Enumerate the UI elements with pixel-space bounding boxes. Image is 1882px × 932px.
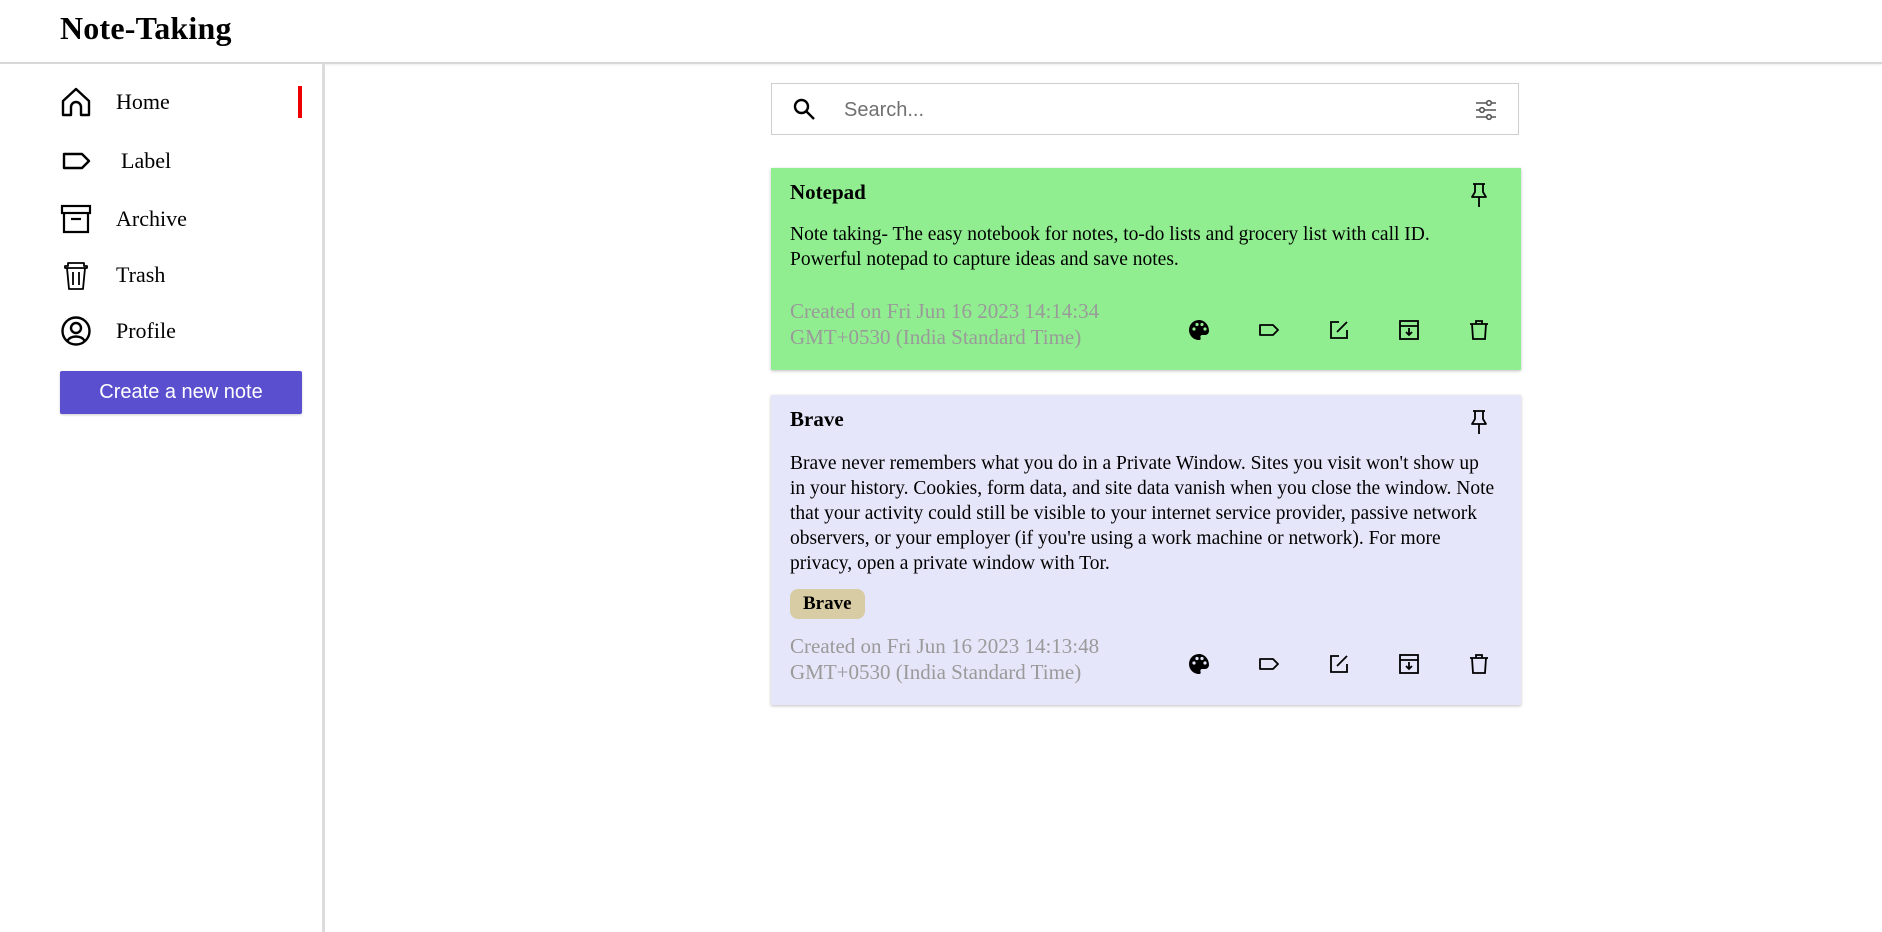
create-note-button[interactable]: Create a new note xyxy=(60,371,302,414)
note-actions xyxy=(1187,318,1491,342)
trash-icon[interactable] xyxy=(1467,318,1491,342)
sidebar: Home Label Archive Trash Profile xyxy=(0,64,325,932)
trash-icon[interactable] xyxy=(1467,652,1491,676)
palette-icon[interactable] xyxy=(1187,652,1211,676)
archive-icon[interactable] xyxy=(1397,652,1421,676)
label-icon[interactable] xyxy=(1257,318,1281,342)
sidebar-item-home[interactable]: Home xyxy=(60,80,302,124)
label-icon xyxy=(60,145,92,177)
sidebar-item-label: Archive xyxy=(116,206,187,231)
label-icon[interactable] xyxy=(1257,652,1281,676)
trash-icon xyxy=(60,259,92,291)
note-created-date: Created on Fri Jun 16 2023 14:14:34 GMT+… xyxy=(790,299,1100,349)
active-indicator xyxy=(298,86,302,118)
note-title: Brave xyxy=(790,407,844,431)
sidebar-item-label: Label xyxy=(121,148,172,173)
search-icon[interactable] xyxy=(792,97,816,126)
search-input[interactable] xyxy=(842,92,1426,128)
pin-icon[interactable] xyxy=(1469,182,1489,213)
sidebar-item-profile[interactable]: Profile xyxy=(60,309,302,353)
sidebar-item-label: Trash xyxy=(116,262,166,287)
archive-icon[interactable] xyxy=(1397,318,1421,342)
note-body: Brave never remembers what you do in a P… xyxy=(790,453,1495,574)
pin-icon[interactable] xyxy=(1469,409,1489,440)
note-body: Note taking- The easy notebook for notes… xyxy=(790,224,1430,270)
search-bar xyxy=(771,83,1519,135)
note-card[interactable]: Brave Brave never remembers what you do … xyxy=(771,395,1521,705)
filter-icon[interactable] xyxy=(1474,98,1498,127)
note-actions xyxy=(1187,652,1491,676)
sidebar-item-trash[interactable]: Trash xyxy=(60,253,302,297)
profile-icon xyxy=(60,315,92,347)
home-icon xyxy=(60,86,92,118)
palette-icon[interactable] xyxy=(1187,318,1211,342)
note-created-date: Created on Fri Jun 16 2023 14:13:48 GMT+… xyxy=(790,634,1100,684)
app-title: Note-Taking xyxy=(60,10,232,46)
app-header: Note-Taking xyxy=(0,0,1882,64)
sidebar-item-label-nav[interactable]: Label xyxy=(60,139,302,183)
note-title: Notepad xyxy=(790,180,866,204)
archive-icon xyxy=(60,203,92,235)
edit-icon[interactable] xyxy=(1327,318,1351,342)
note-tag[interactable]: Brave xyxy=(790,589,865,619)
sidebar-item-archive[interactable]: Archive xyxy=(60,197,302,241)
sidebar-item-label: Home xyxy=(116,89,170,114)
sidebar-item-label: Profile xyxy=(116,318,176,343)
edit-icon[interactable] xyxy=(1327,652,1351,676)
note-card[interactable]: Notepad Note taking- The easy notebook f… xyxy=(771,168,1521,370)
